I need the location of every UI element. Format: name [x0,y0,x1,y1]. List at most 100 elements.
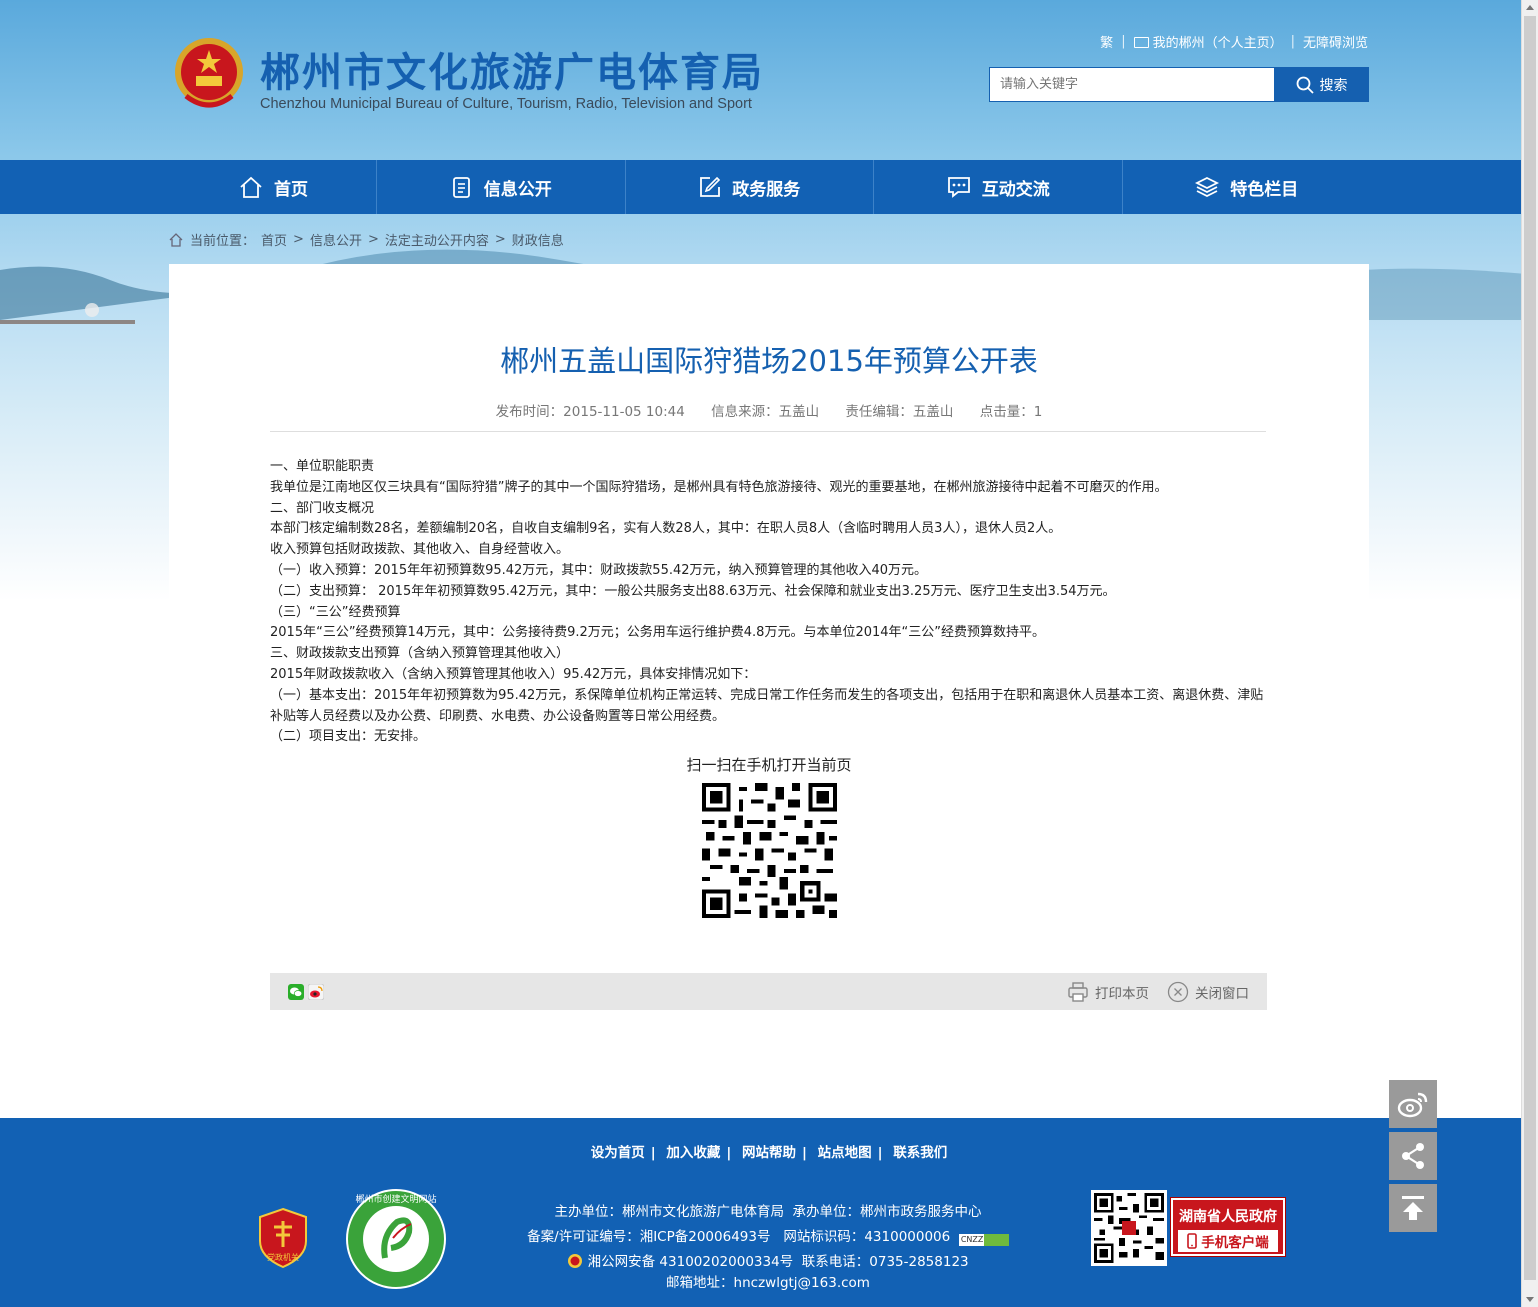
accessible-browse-link[interactable]: 无障碍浏览 [1303,32,1368,51]
hunan-gov-mobile-client-link[interactable]: 湖南省人民政府 手机客户端 [1170,1197,1286,1257]
paragraph: （一）收入预算：2015年年初预算数95.42万元，其中：财政拨款55.42万元… [270,562,928,578]
paragraph: 二、部门收支概况 [270,500,375,516]
footer-email: 邮箱地址：hnczwlgtj@163.com [666,1275,870,1291]
nav-item-interaction[interactable]: 互动交流 [874,160,1123,214]
float-back-to-top-button[interactable] [1389,1184,1437,1232]
search-icon [1296,76,1314,94]
breadcrumb-item-info[interactable]: 信息公开 [310,230,362,249]
divider [270,431,1266,432]
paragraph: 我单位是江南地区仅三块具有“国际狩猎”牌子的其中一个国际狩猎场，是郴州具有特色旅… [270,479,1168,495]
my-chenzhou-link[interactable]: 我的郴州（个人主页） [1133,32,1283,51]
phone-icon [1187,1233,1198,1249]
breadcrumb-item-home[interactable]: 首页 [261,230,287,249]
article-body: 一、单位职能职责 我单位是江南地区仅三块具有“国际狩猎”牌子的其中一个国际狩猎场… [270,457,1270,748]
wechat-icon[interactable] [288,984,304,1000]
home-icon [240,176,262,198]
footer-undertaker: 承办单位：郴州市政务服务中心 [792,1204,982,1220]
site-footer: 设为首页 | 加入收藏 | 网站帮助 | 站点地图 | 联系我们 主办单位：郴州市文化旅… [0,1118,1538,1307]
article-title: 郴州五盖山国际狩猎场2015年预算公开表 [500,344,1038,378]
civil-badge-label: 郴州市创建文明网站 [355,1193,436,1205]
paragraph: （一）基本支出：2015年年初预算数为95.42万元，系保障单位机构正常运转、完… [270,687,1264,724]
traditional-chinese-link[interactable]: 繁 [1100,32,1113,51]
printer-icon [1068,982,1088,1002]
civilization-site-badge-icon[interactable]: 郴州市创建文明网站 [345,1188,447,1290]
breadcrumb-separator: > [367,232,379,247]
paragraph: （二）支出预算： 2015年年初预算数95.42万元，其中：一般公共服务支出88… [270,583,1116,599]
breadcrumb-separator: > [293,232,304,247]
publish-time: 发布时间：2015-11-05 10:44 [495,404,685,420]
footer-link-set-home[interactable]: 设为首页 [591,1145,645,1161]
close-icon [1167,981,1189,1003]
breadcrumb-item-finance[interactable]: 财政信息 [512,230,564,249]
paragraph: 三、财政拨款支出预算（含纳入预算管理其他收入） [270,646,570,662]
paragraph: 2015年财政拨款收入（含纳入预算管理其他收入）95.42万元，具体安排情况如下… [270,666,757,682]
separator: | [1290,34,1295,49]
search-box: 搜索 [989,67,1369,102]
national-emblem-icon [175,38,243,108]
top-links: 繁 | 我的郴州（个人主页） | 无障碍浏览 [1100,32,1368,51]
footer-sponsor: 主办单位：郴州市文化旅游广电体育局 [554,1204,784,1220]
document-icon [452,177,470,198]
nav-item-label: 信息公开 [483,179,552,200]
breadcrumb-separator: > [494,232,506,247]
breadcrumb: 当前位置： 首页 > 信息公开 > 法定主动公开内容 > 财政信息 [168,230,564,249]
paragraph: 2015年“三公”经费预算14万元，其中：公务接待费9.2万元；公务用车运行维护… [270,625,1045,641]
nav-item-label: 首页 [274,179,308,200]
nav-item-label: 政务服务 [732,179,801,200]
nav-item-info-disclosure[interactable]: 信息公开 [377,160,626,214]
hit-count: 点击量：1 [979,404,1043,420]
paragraph: 收入预算包括财政拨款、其他收入、自身经营收入。 [270,542,570,558]
print-label: 打印本页 [1095,986,1149,1002]
mobile-badge-client: 手机客户端 [1201,1235,1269,1251]
cnzz-badge[interactable]: CNZZ [958,1234,1009,1246]
float-weibo-button[interactable] [1389,1080,1437,1128]
article-container: 郴州五盖山国际狩猎场2015年预算公开表 发布时间：2015-11-05 10:… [169,264,1369,1118]
nav-item-label: 互动交流 [981,179,1050,200]
scroll-down-arrow[interactable] [1526,1297,1534,1302]
search-button[interactable]: 搜索 [1274,67,1369,102]
footer-police-record[interactable]: 湘公网安备 43100202000334号 [588,1254,794,1270]
back-to-top-icon [1402,1196,1424,1220]
breadcrumb-item-statutory[interactable]: 法定主动公开内容 [385,230,489,249]
float-share-button[interactable] [1389,1132,1437,1180]
print-page-button[interactable]: 打印本页 [1067,981,1149,1003]
police-badge-icon [568,1254,583,1268]
search-input[interactable] [989,67,1274,102]
paragraph: （三）“三公”经费预算 [270,604,401,620]
footer-link-help[interactable]: 网站帮助 [742,1145,796,1161]
share-toolbar: 打印本页 关闭窗口 [270,973,1267,1010]
info-source: 信息来源：五盖山 [711,404,820,420]
footer-links: 设为首页 | 加入收藏 | 网站帮助 | 站点地图 | 联系我们 [590,1145,948,1161]
paragraph: （二）项目支出：无安排。 [270,729,427,745]
mobile-badge-title: 湖南省人民政府 [1179,1209,1277,1225]
nav-item-gov-service[interactable]: 政务服务 [626,160,874,214]
footer-icp[interactable]: 备案/许可证编号：湘ICP备20006493号 [527,1229,770,1245]
scroll-up-arrow[interactable] [1526,5,1534,10]
nav-item-featured[interactable]: 特色栏目 [1123,160,1371,214]
paragraph: 一、单位职能职责 [270,459,375,474]
footer-link-favorite[interactable]: 加入收藏 [666,1145,720,1161]
footer-phone: 联系电话：0735-2858123 [801,1254,969,1270]
site-title: 郴州市文化旅游广电体育局 [260,50,764,96]
home-icon [169,232,183,247]
nav-item-home[interactable]: 首页 [170,160,377,214]
search-button-label: 搜索 [1319,77,1348,94]
close-window-button[interactable]: 关闭窗口 [1167,981,1249,1003]
paragraph: 本部门核定编制数28名，差额编制20名，自收自支编制9名，实有人数28人，其中：… [270,521,1062,537]
party-gov-badge-icon[interactable]: 党政机关 [256,1207,310,1269]
share-icon [1402,1143,1424,1169]
page-qr-code [702,783,837,918]
footer-link-contact[interactable]: 联系我们 [893,1145,947,1161]
chat-icon [947,177,970,198]
vertical-scrollbar[interactable] [1521,0,1538,1307]
app-qr-code [1091,1190,1167,1266]
layers-icon [1195,176,1220,198]
my-chenzhou-label: 我的郴州（个人主页） [1152,36,1283,51]
scrollbar-thumb[interactable] [1524,16,1536,1280]
footer-site-code: 网站标识码：4310000006 [783,1229,951,1245]
main-nav: 首页 信息公开 政务服务 互动交流 特色栏目 [0,160,1538,214]
site-header: 郴州市文化旅游广电体育局 Chenzhou Municipal Bureau o… [0,0,1538,160]
footer-link-sitemap[interactable]: 站点地图 [818,1145,872,1161]
weibo-icon[interactable] [308,984,324,1000]
edit-icon [700,176,721,197]
